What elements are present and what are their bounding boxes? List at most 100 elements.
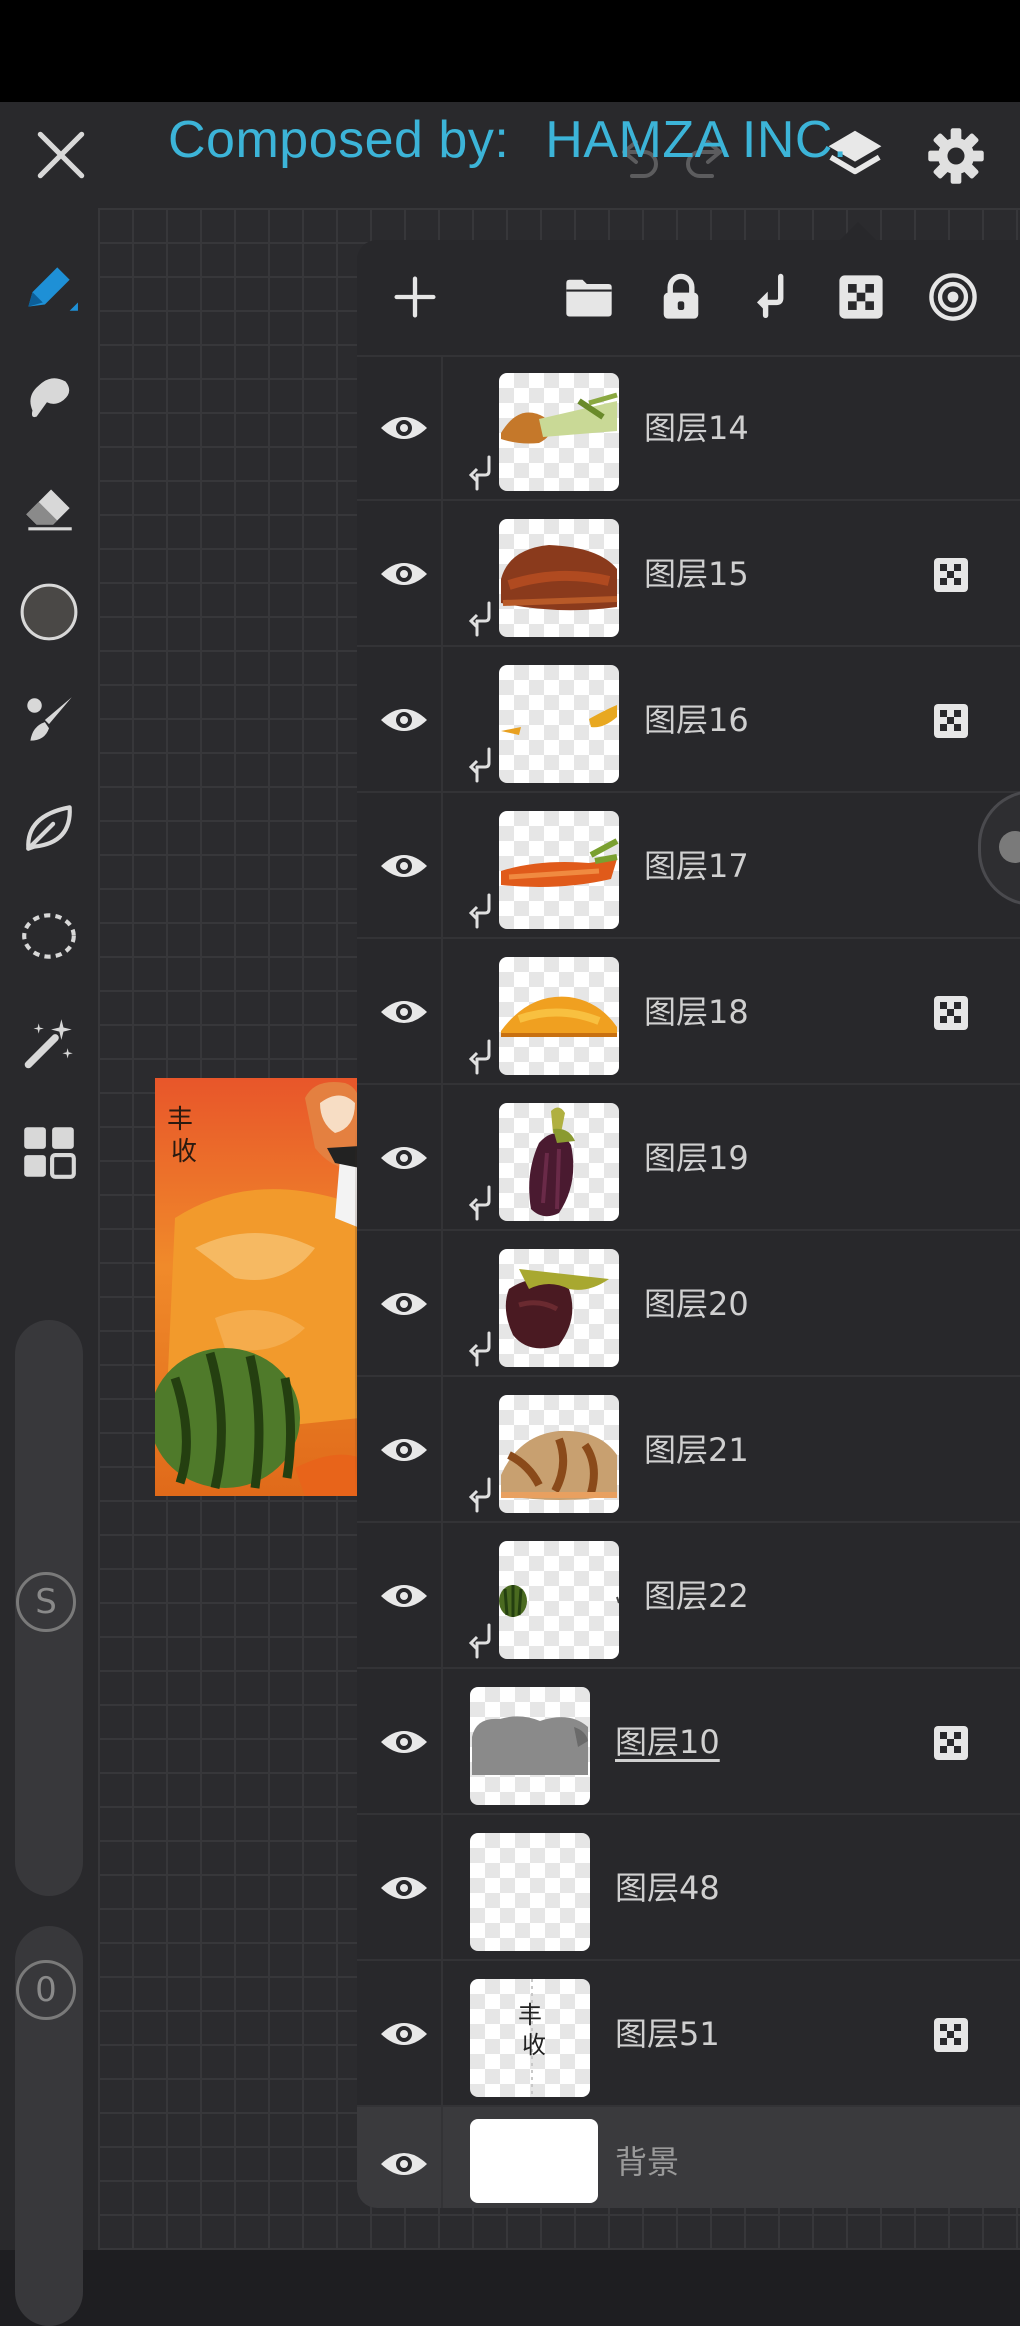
layer-name[interactable]: 图层19 <box>644 1133 749 1183</box>
layer-name[interactable]: 图层18 <box>644 987 749 1037</box>
row-divider <box>441 793 443 939</box>
layer-name[interactable]: 图层48 <box>615 1863 720 1913</box>
thumbnail-art: 丰收 <box>518 1979 546 2097</box>
settings-button[interactable] <box>924 124 988 188</box>
layer-visibility-toggle[interactable] <box>373 2137 435 2191</box>
opacity-handle[interactable]: 0 <box>16 1960 76 2020</box>
layer-thumbnail[interactable] <box>499 519 619 637</box>
layer-row[interactable]: 图层14 <box>357 355 1020 501</box>
magic-wand-tool-button[interactable] <box>9 1004 89 1084</box>
layer-name[interactable]: 图层20 <box>644 1279 749 1329</box>
layer-row[interactable]: 图层18 <box>357 939 1020 1085</box>
layer-thumbnail[interactable] <box>470 1833 590 1951</box>
eye-icon <box>381 2023 427 2045</box>
layer-thumbnail[interactable] <box>499 957 619 1075</box>
clip-arrow-icon <box>468 455 491 491</box>
layer-row[interactable]: 图层16 <box>357 647 1020 793</box>
layer-thumbnail[interactable] <box>499 373 619 491</box>
layer-visibility-toggle[interactable] <box>373 2007 435 2061</box>
eye-icon <box>381 709 427 731</box>
layer-thumbnail[interactable] <box>470 1687 590 1805</box>
layer-thumbnail[interactable] <box>499 1541 619 1659</box>
eye-icon <box>381 1147 427 1169</box>
thumbnail-art <box>501 1430 617 1500</box>
layer-name[interactable]: 图层22 <box>644 1571 749 1621</box>
layer-thumbnail[interactable]: 丰收 <box>470 1979 590 2097</box>
smudge-tool-button[interactable] <box>9 356 89 436</box>
layer-visibility-toggle[interactable] <box>373 839 435 893</box>
gallery-button[interactable] <box>9 1112 89 1192</box>
clip-arrow-icon <box>468 601 491 637</box>
clip-arrow-icon <box>468 893 491 929</box>
blend-mode-button[interactable] <box>923 267 983 327</box>
layer-row[interactable]: 图层20 <box>357 1231 1020 1377</box>
eye-icon <box>381 855 427 877</box>
clipping-mask-button[interactable] <box>741 267 801 327</box>
eye-icon <box>381 1731 427 1753</box>
brush-library-button[interactable] <box>9 680 89 760</box>
brush-size-handle[interactable]: S <box>16 1572 76 1632</box>
layer-visibility-toggle[interactable] <box>373 985 435 1039</box>
layer-visibility-toggle[interactable] <box>373 1715 435 1769</box>
layer-visibility-toggle[interactable] <box>373 1277 435 1331</box>
layer-row[interactable]: 图层21 <box>357 1377 1020 1523</box>
layer-visibility-toggle[interactable] <box>373 401 435 455</box>
layer-thumbnail[interactable] <box>499 1249 619 1367</box>
layer-thumbnail[interactable] <box>499 665 619 783</box>
layer-row[interactable]: 图层10 <box>357 1669 1020 1815</box>
layer-row[interactable]: 图层48 <box>357 1815 1020 1961</box>
blend-mode-icon <box>929 273 977 321</box>
layer-name[interactable]: 图层15 <box>644 549 749 599</box>
layer-row[interactable]: 图层19 <box>357 1085 1020 1231</box>
layer-row[interactable]: 图层22 <box>357 1523 1020 1669</box>
layer-name[interactable]: 背景 <box>615 2137 679 2187</box>
thumbnail-art <box>501 705 617 735</box>
left-tool-sidebar: S 0 <box>0 208 98 2326</box>
layer-row[interactable]: 图层17 <box>357 793 1020 939</box>
color-picker-button[interactable] <box>9 572 89 652</box>
watermark-prefix: Composed by: <box>168 111 510 169</box>
row-divider <box>441 1523 443 1669</box>
leaf-icon <box>26 805 72 851</box>
layer-visibility-toggle[interactable] <box>373 1131 435 1185</box>
new-group-button[interactable] <box>559 267 619 327</box>
liquify-tool-button[interactable] <box>9 788 89 868</box>
layer-name[interactable]: 图层16 <box>644 695 749 745</box>
layer-name[interactable]: 图层21 <box>644 1425 749 1475</box>
layer-name[interactable]: 图层51 <box>615 2009 720 2059</box>
row-divider <box>441 2107 443 2208</box>
clip-arrow-icon <box>468 1477 491 1513</box>
alpha-lock-indicator-icon <box>934 2018 968 2052</box>
layer-row[interactable]: 丰收 图层51 <box>357 1961 1020 2107</box>
layer-thumbnail[interactable] <box>499 811 619 929</box>
layer-name[interactable]: 图层14 <box>644 403 749 453</box>
selection-tool-button[interactable] <box>9 896 89 976</box>
layer-thumbnail[interactable] <box>470 2119 598 2203</box>
artwork-preview: 丰 收 <box>155 1078 360 1496</box>
layer-visibility-toggle[interactable] <box>373 1861 435 1915</box>
layer-visibility-toggle[interactable] <box>373 693 435 747</box>
layer-thumbnail[interactable] <box>499 1395 619 1513</box>
layer-row[interactable]: 背景 <box>357 2107 1020 2208</box>
row-divider <box>441 1669 443 1815</box>
layer-visibility-toggle[interactable] <box>373 1423 435 1477</box>
layer-name[interactable]: 图层17 <box>644 841 749 891</box>
close-icon <box>37 131 85 179</box>
alpha-lock-button[interactable] <box>831 267 891 327</box>
eraser-tool-button[interactable] <box>9 464 89 544</box>
row-divider <box>441 939 443 1085</box>
layer-visibility-toggle[interactable] <box>373 547 435 601</box>
grid-icon <box>24 1127 76 1179</box>
lock-layer-button[interactable] <box>651 267 711 327</box>
color-swatch <box>20 583 78 641</box>
layer-visibility-toggle[interactable] <box>373 1569 435 1623</box>
close-button[interactable] <box>30 124 92 186</box>
brush-tool-button[interactable] <box>9 248 89 328</box>
add-icon <box>394 276 436 318</box>
layer-row[interactable]: 图层15 <box>357 501 1020 647</box>
layer-thumbnail[interactable] <box>499 1103 619 1221</box>
alpha-lock-indicator-icon <box>934 1726 968 1760</box>
layer-name[interactable]: 图层10 <box>615 1717 720 1767</box>
add-layer-button[interactable] <box>385 267 445 327</box>
row-divider <box>441 355 443 501</box>
